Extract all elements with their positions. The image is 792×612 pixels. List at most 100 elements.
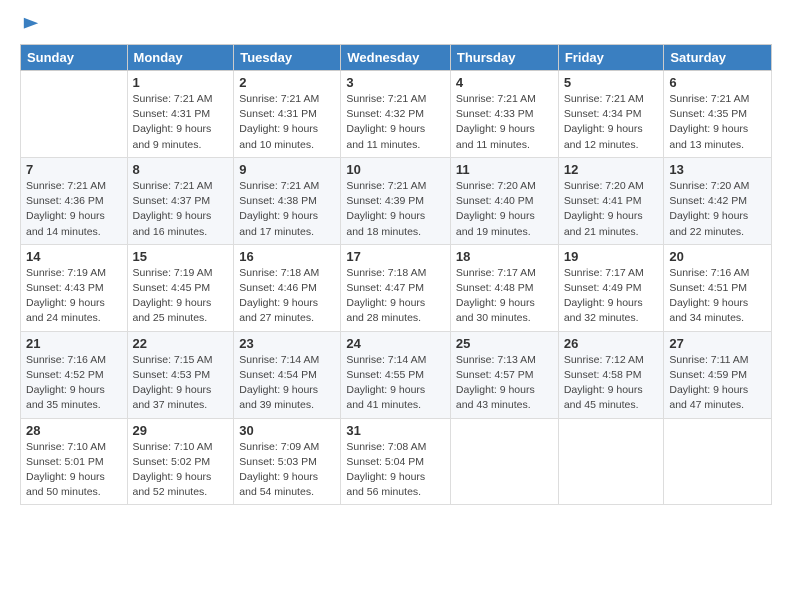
calendar-cell: 13 Sunrise: 7:20 AMSunset: 4:42 PMDayligh… [664,157,772,244]
calendar-cell [558,418,664,505]
calendar-cell: 28 Sunrise: 7:10 AMSunset: 5:01 PMDayligh… [21,418,128,505]
day-info: Sunrise: 7:21 AMSunset: 4:34 PMDaylight:… [564,92,659,153]
calendar-cell: 20 Sunrise: 7:16 AMSunset: 4:51 PMDayligh… [664,244,772,331]
day-info: Sunrise: 7:18 AMSunset: 4:47 PMDaylight:… [346,266,445,327]
day-number: 15 [133,249,229,264]
day-info: Sunrise: 7:10 AMSunset: 5:01 PMDaylight:… [26,440,122,501]
calendar-cell: 29 Sunrise: 7:10 AMSunset: 5:02 PMDayligh… [127,418,234,505]
calendar-cell: 18 Sunrise: 7:17 AMSunset: 4:48 PMDayligh… [450,244,558,331]
calendar-cell: 22 Sunrise: 7:15 AMSunset: 4:53 PMDayligh… [127,331,234,418]
day-info: Sunrise: 7:19 AMSunset: 4:45 PMDaylight:… [133,266,229,327]
day-info: Sunrise: 7:08 AMSunset: 5:04 PMDaylight:… [346,440,445,501]
day-info: Sunrise: 7:21 AMSunset: 4:38 PMDaylight:… [239,179,335,240]
day-info: Sunrise: 7:16 AMSunset: 4:52 PMDaylight:… [26,353,122,414]
calendar-cell [664,418,772,505]
day-number: 14 [26,249,122,264]
day-number: 6 [669,75,766,90]
day-number: 10 [346,162,445,177]
calendar-cell: 6 Sunrise: 7:21 AMSunset: 4:35 PMDaylight… [664,71,772,158]
day-number: 11 [456,162,553,177]
day-info: Sunrise: 7:20 AMSunset: 4:40 PMDaylight:… [456,179,553,240]
calendar-cell: 26Sunrise: 7:12 AMSunset: 4:58 PMDayligh… [558,331,664,418]
day-number: 12 [564,162,659,177]
day-number: 25 [456,336,553,351]
calendar-cell: 19Sunrise: 7:17 AMSunset: 4:49 PMDayligh… [558,244,664,331]
day-number: 26 [564,336,659,351]
day-number: 30 [239,423,335,438]
col-header-monday: Monday [127,45,234,71]
day-info: Sunrise: 7:21 AMSunset: 4:31 PMDaylight:… [133,92,229,153]
day-number: 31 [346,423,445,438]
day-info: Sunrise: 7:16 AMSunset: 4:51 PMDaylight:… [669,266,766,327]
calendar-cell: 4 Sunrise: 7:21 AMSunset: 4:33 PMDaylight… [450,71,558,158]
col-header-tuesday: Tuesday [234,45,341,71]
day-info: Sunrise: 7:19 AMSunset: 4:43 PMDaylight:… [26,266,122,327]
col-header-wednesday: Wednesday [341,45,451,71]
day-number: 7 [26,162,122,177]
day-info: Sunrise: 7:21 AMSunset: 4:37 PMDaylight:… [133,179,229,240]
calendar-table: SundayMondayTuesdayWednesdayThursdayFrid… [20,44,772,505]
calendar-cell: 1 Sunrise: 7:21 AMSunset: 4:31 PMDaylight… [127,71,234,158]
day-info: Sunrise: 7:21 AMSunset: 4:32 PMDaylight:… [346,92,445,153]
calendar-cell: 2Sunrise: 7:21 AMSunset: 4:31 PMDaylight… [234,71,341,158]
calendar-cell: 17 Sunrise: 7:18 AMSunset: 4:47 PMDayligh… [341,244,451,331]
day-info: Sunrise: 7:14 AMSunset: 4:54 PMDaylight:… [239,353,335,414]
day-info: Sunrise: 7:17 AMSunset: 4:49 PMDaylight:… [564,266,659,327]
calendar-cell: 30Sunrise: 7:09 AMSunset: 5:03 PMDayligh… [234,418,341,505]
calendar-cell: 12 Sunrise: 7:20 AMSunset: 4:41 PMDayligh… [558,157,664,244]
week-row-5: 28 Sunrise: 7:10 AMSunset: 5:01 PMDayligh… [21,418,772,505]
page-header [20,16,772,34]
day-number: 22 [133,336,229,351]
day-info: Sunrise: 7:20 AMSunset: 4:42 PMDaylight:… [669,179,766,240]
calendar-header-row: SundayMondayTuesdayWednesdayThursdayFrid… [21,45,772,71]
day-info: Sunrise: 7:10 AMSunset: 5:02 PMDaylight:… [133,440,229,501]
day-info: Sunrise: 7:13 AMSunset: 4:57 PMDaylight:… [456,353,553,414]
day-number: 1 [133,75,229,90]
calendar-cell [21,71,128,158]
day-number: 4 [456,75,553,90]
day-info: Sunrise: 7:21 AMSunset: 4:36 PMDaylight:… [26,179,122,240]
day-number: 16 [239,249,335,264]
day-info: Sunrise: 7:20 AMSunset: 4:41 PMDaylight:… [564,179,659,240]
day-number: 24 [346,336,445,351]
calendar-cell: 9 Sunrise: 7:21 AMSunset: 4:38 PMDaylight… [234,157,341,244]
week-row-1: 1 Sunrise: 7:21 AMSunset: 4:31 PMDaylight… [21,71,772,158]
calendar-cell: 15 Sunrise: 7:19 AMSunset: 4:45 PMDayligh… [127,244,234,331]
day-info: Sunrise: 7:21 AMSunset: 4:39 PMDaylight:… [346,179,445,240]
calendar-cell: 25 Sunrise: 7:13 AMSunset: 4:57 PMDayligh… [450,331,558,418]
calendar-cell: 23 Sunrise: 7:14 AMSunset: 4:54 PMDayligh… [234,331,341,418]
calendar-cell: 3 Sunrise: 7:21 AMSunset: 4:32 PMDaylight… [341,71,451,158]
calendar-cell [450,418,558,505]
calendar-cell: 8Sunrise: 7:21 AMSunset: 4:37 PMDaylight… [127,157,234,244]
day-number: 2 [239,75,335,90]
day-info: Sunrise: 7:11 AMSunset: 4:59 PMDaylight:… [669,353,766,414]
day-info: Sunrise: 7:21 AMSunset: 4:33 PMDaylight:… [456,92,553,153]
calendar-cell: 7 Sunrise: 7:21 AMSunset: 4:36 PMDaylight… [21,157,128,244]
day-number: 23 [239,336,335,351]
day-number: 21 [26,336,122,351]
day-number: 3 [346,75,445,90]
day-info: Sunrise: 7:14 AMSunset: 4:55 PMDaylight:… [346,353,445,414]
day-number: 5 [564,75,659,90]
day-info: Sunrise: 7:15 AMSunset: 4:53 PMDaylight:… [133,353,229,414]
calendar-cell: 11 Sunrise: 7:20 AMSunset: 4:40 PMDayligh… [450,157,558,244]
day-number: 9 [239,162,335,177]
week-row-3: 14 Sunrise: 7:19 AMSunset: 4:43 PMDayligh… [21,244,772,331]
calendar-cell: 31 Sunrise: 7:08 AMSunset: 5:04 PMDayligh… [341,418,451,505]
col-header-sunday: Sunday [21,45,128,71]
day-number: 13 [669,162,766,177]
day-number: 18 [456,249,553,264]
week-row-2: 7 Sunrise: 7:21 AMSunset: 4:36 PMDaylight… [21,157,772,244]
day-number: 29 [133,423,229,438]
col-header-thursday: Thursday [450,45,558,71]
day-number: 20 [669,249,766,264]
day-info: Sunrise: 7:17 AMSunset: 4:48 PMDaylight:… [456,266,553,327]
day-info: Sunrise: 7:21 AMSunset: 4:35 PMDaylight:… [669,92,766,153]
day-info: Sunrise: 7:18 AMSunset: 4:46 PMDaylight:… [239,266,335,327]
calendar-cell: 14 Sunrise: 7:19 AMSunset: 4:43 PMDayligh… [21,244,128,331]
logo-flag-icon [22,16,40,34]
calendar-cell: 16 Sunrise: 7:18 AMSunset: 4:46 PMDayligh… [234,244,341,331]
logo [20,16,40,34]
day-number: 17 [346,249,445,264]
day-number: 28 [26,423,122,438]
